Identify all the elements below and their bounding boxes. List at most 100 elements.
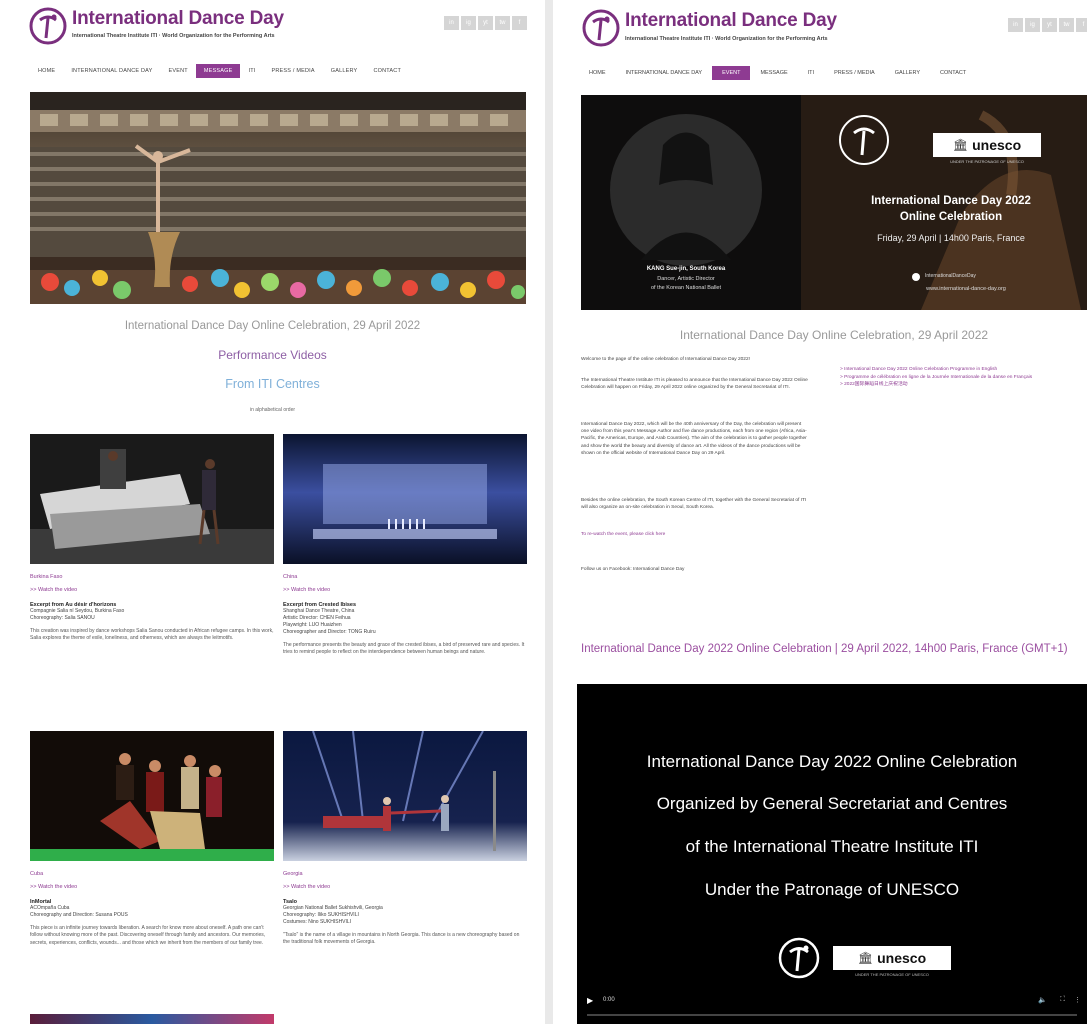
site-header: International Dance Day International Th… [0, 0, 545, 62]
youtube-icon[interactable]: yt [478, 16, 493, 30]
main-nav: HOME INTERNATIONAL DANCE DAY EVENT MESSA… [30, 64, 409, 78]
instagram-icon[interactable]: ig [461, 16, 476, 30]
intro-paragraph: International Dance Day 2022, which will… [581, 422, 807, 456]
card-country: Georgia [283, 871, 303, 877]
watch-video-link[interactable]: >> Watch the video [283, 884, 527, 890]
unesco-temple-icon: 🏛 [952, 138, 969, 152]
facebook-follow[interactable]: Follow us on Facebook: International Dan… [581, 566, 809, 573]
credit-line: Costumes: Nino SUKHISHVILI [283, 919, 352, 925]
credit-line: Playwright: LUO Huaizhen [283, 622, 342, 628]
video-line4: Under the Patronage of UNESCO [704, 880, 960, 899]
twitter-icon[interactable]: tw [1059, 18, 1074, 32]
from-iti-centres-heading: From ITI Centres [225, 377, 320, 391]
intro-paragraph: The International Theatre Institute ITI … [581, 378, 808, 391]
hero-image [30, 92, 526, 304]
unesco-temple-icon: 🏛 [857, 951, 874, 965]
card-credits: Compagnie Salia ní Seydou, Burkina Faso … [30, 608, 274, 622]
credit-line: Choreography: Salia SANOU [30, 615, 95, 621]
twitter-icon[interactable]: tw [495, 16, 510, 30]
main-nav: HOME INTERNATIONAL DANCE DAY EVENT MESSA… [579, 66, 976, 80]
facebook-icon[interactable]: f [1076, 18, 1087, 32]
linkedin-icon[interactable]: in [1008, 18, 1023, 32]
nav-message[interactable]: MESSAGE [195, 64, 241, 78]
nav-gallery[interactable]: GALLERY [323, 64, 366, 78]
iti-logo-icon[interactable] [581, 8, 621, 48]
nav-gallery[interactable]: GALLERY [885, 66, 930, 80]
iti-logo-icon [778, 937, 820, 979]
next-performance-image[interactable] [30, 1014, 274, 1024]
volume-icon[interactable]: 🔈 [1038, 996, 1047, 1004]
banner-person-role2: of the Korean National Ballet [650, 285, 722, 291]
nav-home[interactable]: HOME [579, 66, 616, 80]
credit-line: Choreography and Direction: Susana POUS [30, 912, 128, 918]
play-icon[interactable]: ▶ [587, 996, 593, 1005]
social-links: in ig yt tw f [1008, 18, 1087, 32]
intro-paragraph: Besides the online celebration, the Sout… [581, 498, 807, 511]
video-line1: International Dance Day 2022 Online Cele… [646, 752, 1018, 771]
nav-contact[interactable]: CONTACT [365, 64, 409, 78]
card-credits: ACOmpaña Cuba Choreography and Direction… [30, 905, 274, 919]
nav-message[interactable]: MESSAGE [750, 66, 797, 80]
unesco-patronage: UNDER THE PATRONAGE OF UNESCO [950, 159, 1024, 164]
rewatch-link[interactable]: To re-watch the event, please click here [581, 531, 809, 538]
credit-line: Georgian National Ballet Sukhishvili, Ge… [283, 905, 383, 911]
video-player[interactable]: International Dance Day 2022 Online Cele… [577, 684, 1087, 1024]
more-options-icon[interactable]: ⋮ [1074, 996, 1081, 1004]
watch-video-link[interactable]: >> Watch the video [30, 587, 274, 593]
video-section-heading: International Dance Day 2022 Online Cele… [581, 643, 1068, 655]
site-subtitle: International Theatre Institute ITI · Wo… [72, 33, 275, 39]
nav-event[interactable]: EVENT [712, 66, 751, 80]
nav-home[interactable]: HOME [30, 64, 63, 78]
credit-line: Choreographer and Director: TONG Ruiru [283, 629, 376, 635]
nav-press-media[interactable]: PRESS / MEDIA [264, 64, 323, 78]
credit-line: Artistic Director: CHEN Feihua [283, 615, 351, 621]
youtube-icon[interactable]: yt [1042, 18, 1057, 32]
programme-link-zh[interactable]: > 2022国际舞蹈日线上庆祝活动 [840, 381, 1080, 389]
programme-link-fr[interactable]: > Programme de célébration en ligne de l… [840, 374, 1080, 382]
card-country: China [283, 574, 298, 580]
fullscreen-icon[interactable]: ⛶ [1060, 996, 1065, 1004]
credit-line: ACOmpaña Cuba [30, 905, 70, 911]
performance-image[interactable] [283, 731, 527, 861]
instagram-icon[interactable]: ig [1025, 18, 1040, 32]
unesco-label: unesco [877, 950, 927, 966]
event-banner: 🏛 unesco UNDER THE PATRONAGE OF UNESCO I… [581, 95, 1087, 310]
nav-international-dance-day[interactable]: INTERNATIONAL DANCE DAY [63, 64, 160, 78]
performance-image[interactable] [30, 434, 274, 564]
card-description: This creation was inspired by dance work… [30, 628, 274, 642]
card-country: Cuba [30, 871, 44, 877]
card-description: This piece is an infinite journey toward… [30, 925, 266, 946]
nav-international-dance-day[interactable]: INTERNATIONAL DANCE DAY [616, 66, 713, 80]
unesco-label: unesco [972, 137, 1022, 153]
nav-event[interactable]: EVENT [161, 64, 196, 78]
site-title[interactable]: International Dance Day [625, 10, 837, 32]
performance-image[interactable] [283, 434, 527, 564]
performance-card: Cuba >> Watch the video InMortal ACOmpañ… [30, 731, 274, 947]
celebration-caption: International Dance Day Online Celebrati… [124, 320, 421, 332]
iti-logo-icon[interactable] [28, 6, 68, 46]
nav-iti[interactable]: ITI [240, 64, 263, 78]
unesco-logo: 🏛 unesco [833, 946, 951, 970]
banner-line1: International Dance Day 2022 [871, 195, 1031, 207]
watch-video-link[interactable]: >> Watch the video [283, 587, 527, 593]
facebook-icon[interactable]: f [512, 16, 527, 30]
linkedin-icon[interactable]: in [444, 16, 459, 30]
card-description: "Tsalo" is the name of a village in moun… [283, 932, 520, 946]
alphabetical-note: in alphabetical order [249, 407, 296, 413]
nav-contact[interactable]: CONTACT [930, 66, 976, 80]
unesco-patronage: UNDER THE PATRONAGE OF UNESCO [855, 972, 929, 977]
celebration-caption: International Dance Day Online Celebrati… [679, 328, 989, 342]
programme-link-en[interactable]: > International Dance Day 2022 Online Ce… [840, 366, 1080, 374]
video-progress-bar[interactable] [587, 1014, 1077, 1016]
nav-press-media[interactable]: PRESS / MEDIA [824, 66, 885, 80]
video-time: 0:00 [603, 997, 615, 1003]
performance-image[interactable] [30, 731, 274, 861]
card-country: Burkina Faso [30, 574, 63, 580]
nav-iti[interactable]: ITI [798, 66, 824, 80]
watch-video-link[interactable]: >> Watch the video [30, 884, 274, 890]
banner-line3: Friday, 29 April | 14h00 Paris, France [877, 233, 1025, 243]
banner-person-name: KANG Sue-jin, South Korea [646, 266, 726, 272]
credit-line: Shanghai Dance Theatre, China [283, 608, 355, 614]
card-credits: Georgian National Ballet Sukhishvili, Ge… [283, 905, 527, 926]
site-title[interactable]: International Dance Day [72, 8, 284, 30]
